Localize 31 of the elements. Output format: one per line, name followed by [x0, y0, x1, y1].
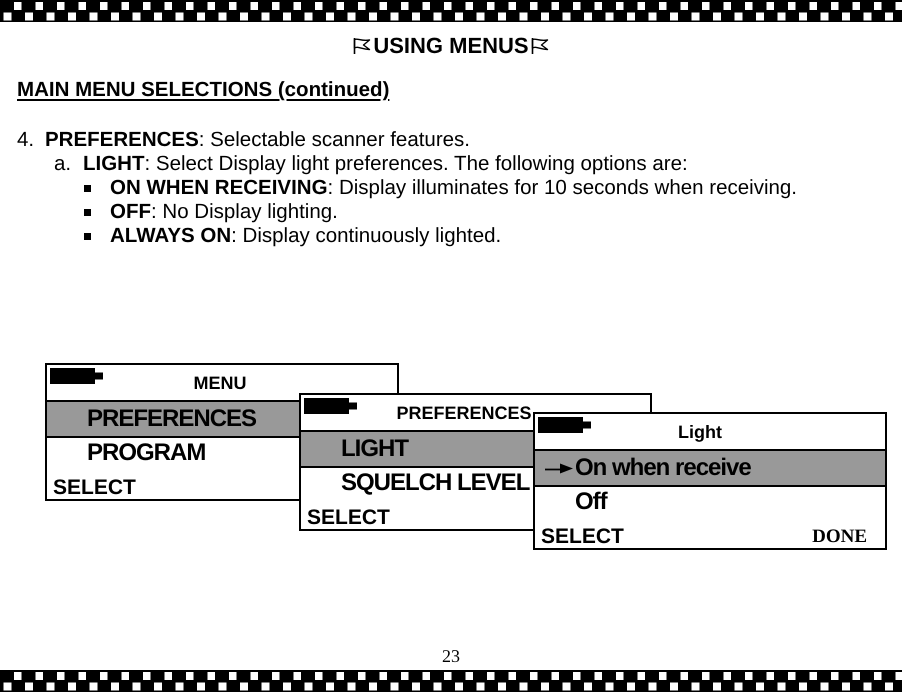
- screen-title: Light: [678, 422, 722, 442]
- soft-key-label: SELECT: [541, 526, 624, 547]
- soft-key-label: SELECT: [307, 507, 390, 528]
- battery-icon: [50, 368, 103, 384]
- page-title: USING MENUS: [373, 33, 529, 59]
- battery-icon: [538, 417, 591, 433]
- menu-item-label: PROGRAM: [87, 439, 206, 467]
- bullet-icon: [84, 208, 91, 216]
- list-marker: a.: [54, 152, 72, 176]
- list-item-text: LIGHT: Select Display light preferences. The following options are:: [83, 152, 688, 176]
- bullet-icon: [84, 232, 91, 240]
- screen-title: PREFERENCES: [396, 402, 532, 422]
- battery-icon: [304, 398, 357, 414]
- bullet-icon: [84, 184, 91, 192]
- menu-item-label: SQUELCH LEVEL: [341, 469, 530, 497]
- menu-item-label: On when receive: [575, 454, 751, 482]
- list-item-text: PREFERENCES: Selectable scanner features.: [45, 128, 470, 152]
- list-item-text: ALWAYS ON: Display continuously lighted.: [110, 224, 502, 248]
- section-heading: MAIN MENU SELECTIONS (continued): [17, 78, 390, 101]
- menu-item-label: Off: [575, 488, 607, 516]
- menu-item-label: PREFERENCES: [87, 405, 256, 433]
- soft-key-label: DONE: [812, 526, 867, 547]
- list-marker: 4.: [17, 128, 34, 152]
- screen-title: MENU: [194, 372, 246, 392]
- list-item-text: ON WHEN RECEIVING: Display illuminates for 10 seconds when receiving.: [110, 176, 797, 200]
- list-item-text: OFF: No Display lighting.: [110, 200, 338, 224]
- page-number: 23: [442, 646, 460, 666]
- flag-icon: [353, 37, 372, 55]
- menu-item-label: LIGHT: [341, 435, 408, 463]
- flag-icon: [530, 37, 549, 55]
- soft-key-label: SELECT: [53, 477, 136, 498]
